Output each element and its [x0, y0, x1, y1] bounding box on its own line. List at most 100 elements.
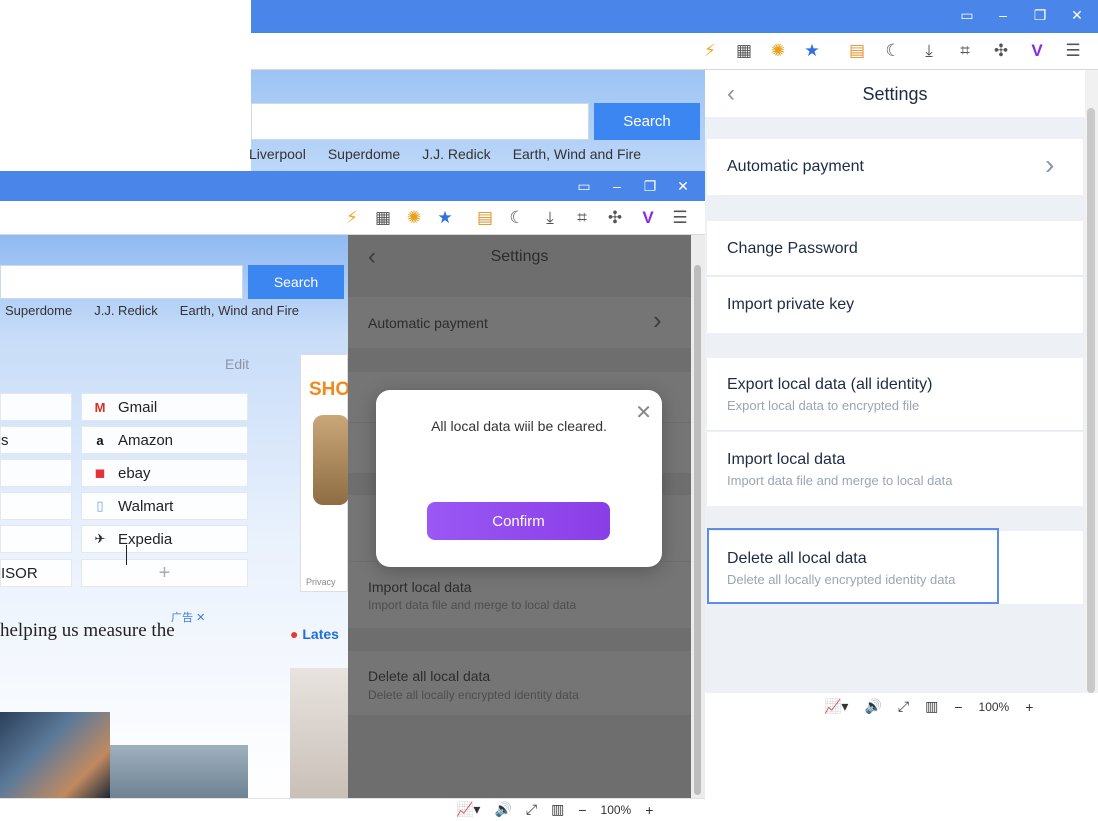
sidebar-toggle-icon[interactable]: ▭	[958, 6, 976, 24]
add-site-button[interactable]: +	[81, 559, 248, 587]
crop-icon[interactable]: ⌗	[571, 207, 593, 229]
lightning-icon[interactable]: ⚡	[341, 207, 363, 229]
minimize-icon[interactable]: –	[994, 6, 1012, 24]
restore-icon[interactable]: ❐	[1031, 6, 1049, 24]
close-icon[interactable]: ✕	[674, 177, 692, 195]
site-card-expedia[interactable]: ✈ Expedia	[81, 525, 248, 553]
hot-link[interactable]: Earth, Wind and Fire	[180, 303, 299, 318]
hot-link[interactable]: Liverpool	[249, 146, 306, 162]
performance-icon[interactable]: 📈▾	[824, 698, 848, 715]
site-card[interactable]	[0, 393, 72, 421]
site-label: ISOR	[1, 564, 38, 582]
site-card[interactable]	[0, 459, 72, 487]
performance-icon[interactable]: 📈▾	[456, 801, 480, 818]
zoom-out-icon[interactable]: −	[578, 802, 586, 818]
site-card-ebay[interactable]: ◼ ebay	[81, 459, 248, 487]
latest-news-label: ● Lates	[290, 626, 339, 642]
qr-code-icon[interactable]: ▦	[733, 40, 755, 62]
search-button[interactable]: Search	[248, 265, 344, 299]
news-image[interactable]	[290, 668, 348, 798]
change-password-row[interactable]: Change Password	[707, 221, 1083, 276]
import-local-data-row[interactable]: Import local data Import data file and m…	[348, 562, 691, 628]
notes-icon[interactable]: ▤	[474, 207, 496, 229]
site-card-walmart[interactable]: ▯ Walmart	[81, 492, 248, 520]
chevron-right-icon: ›	[1045, 149, 1055, 180]
ebay-icon: ◼	[94, 465, 106, 480]
text-cursor	[126, 545, 127, 565]
qr-code-icon[interactable]: ▦	[372, 207, 394, 229]
row-title: Import local data	[368, 579, 472, 595]
site-card-gmail[interactable]: M Gmail	[81, 393, 248, 421]
star-icon[interactable]: ★	[801, 40, 823, 62]
zoom-in-icon[interactable]: +	[1025, 699, 1033, 715]
back-window-titlebar: ▭ – ❐ ✕	[251, 0, 1098, 33]
fullscreen-icon[interactable]: ⤢	[526, 801, 537, 818]
extensions-icon[interactable]: ✣	[990, 40, 1012, 62]
night-mode-icon[interactable]: ☾	[882, 40, 904, 62]
export-local-data-row[interactable]: Export local data (all identity) Export …	[707, 358, 1083, 431]
hot-link[interactable]: J.J. Redick	[422, 146, 490, 162]
hot-link[interactable]: J.J. Redick	[94, 303, 158, 318]
site-card[interactable]: s	[0, 426, 72, 454]
row-title: Automatic payment	[368, 315, 488, 331]
confirm-button[interactable]: Confirm	[427, 502, 610, 540]
download-icon[interactable]: ⤓	[539, 207, 561, 229]
fullscreen-icon[interactable]: ⤢	[898, 698, 909, 715]
lightning-icon[interactable]: ⚡	[699, 40, 721, 62]
zoom-out-icon[interactable]: −	[954, 699, 962, 715]
search-input[interactable]	[251, 103, 589, 140]
delete-all-local-data-row[interactable]: Delete all local data Delete all locally…	[348, 651, 691, 715]
privacy-label[interactable]: Privacy	[306, 577, 336, 587]
hot-link[interactable]: Superdome	[5, 303, 72, 318]
row-subtitle: Delete all locally encrypted identity da…	[727, 572, 956, 587]
hot-link[interactable]: Superdome	[328, 146, 400, 162]
split-view-icon[interactable]: ▥	[551, 801, 564, 818]
hot-link[interactable]: Earth, Wind and Fire	[513, 146, 641, 162]
night-mode-icon[interactable]: ☾	[506, 207, 528, 229]
dialog-message: All local data wiil be cleared.	[431, 418, 607, 434]
star-icon[interactable]: ★	[434, 207, 456, 229]
zoom-in-icon[interactable]: +	[645, 802, 653, 818]
delete-all-local-data-row[interactable]: Delete all local data Delete all locally…	[707, 528, 1083, 604]
sidebar-toggle-icon[interactable]: ▭	[575, 177, 593, 195]
menu-icon[interactable]: ☰	[1062, 40, 1084, 62]
import-local-data-row[interactable]: Import local data Import data file and m…	[707, 432, 1083, 506]
restore-icon[interactable]: ❐	[641, 177, 659, 195]
ad-banner[interactable]: SHO Privacy	[300, 354, 350, 592]
extensions-icon[interactable]: ✣	[604, 207, 626, 229]
volume-icon[interactable]: 🔊	[864, 698, 881, 715]
download-icon[interactable]: ⤓	[918, 40, 940, 62]
import-private-key-row[interactable]: Import private key	[707, 277, 1083, 333]
automatic-payment-row[interactable]: Automatic payment ›	[348, 297, 691, 348]
row-subtitle: Export local data to encrypted file	[727, 398, 920, 413]
split-view-icon[interactable]: ▥	[925, 698, 938, 715]
minimize-icon[interactable]: –	[608, 177, 626, 195]
handbag-image	[313, 415, 349, 505]
site-card[interactable]	[0, 525, 72, 553]
close-ad-icon[interactable]: ✕	[196, 612, 205, 624]
crop-icon[interactable]: ⌗	[954, 40, 976, 62]
close-icon[interactable]: ✕	[1068, 6, 1086, 24]
notes-icon[interactable]: ▤	[846, 40, 868, 62]
v-wallet-icon[interactable]: V	[1026, 40, 1048, 62]
site-card[interactable]: ISOR	[0, 559, 72, 587]
menu-icon[interactable]: ☰	[669, 207, 691, 229]
search-button[interactable]: Search	[594, 103, 700, 140]
site-card[interactable]	[0, 492, 72, 520]
scrollbar[interactable]	[691, 235, 705, 798]
bee-icon[interactable]: ✺	[767, 40, 789, 62]
automatic-payment-row[interactable]: Automatic payment ›	[707, 139, 1083, 195]
edit-link[interactable]: Edit	[225, 356, 249, 372]
walmart-icon: ▯	[96, 498, 104, 513]
zoom-level: 100%	[600, 802, 632, 817]
scrollbar[interactable]	[1085, 70, 1098, 693]
news-image[interactable]	[0, 712, 110, 798]
row-title: Change Password	[727, 240, 858, 257]
site-card-amazon[interactable]: a Amazon	[81, 426, 248, 454]
volume-icon[interactable]: 🔊	[494, 801, 511, 818]
row-title: Export local data (all identity)	[727, 376, 933, 393]
bee-icon[interactable]: ✺	[403, 207, 425, 229]
search-input[interactable]	[0, 265, 243, 299]
v-wallet-icon[interactable]: V	[637, 207, 659, 229]
news-image[interactable]	[110, 745, 248, 798]
